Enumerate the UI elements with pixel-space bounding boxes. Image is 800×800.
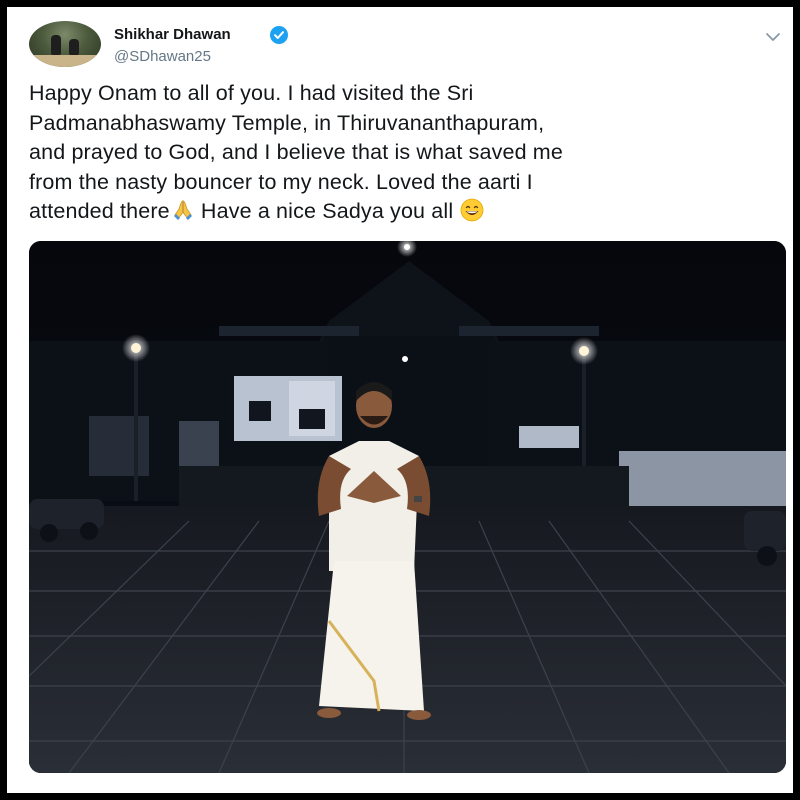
folded-hands-icon	[171, 198, 195, 222]
tweet-card: Shikhar Dhawan @SDhawan25 Happy Onam to …	[7, 7, 793, 793]
tweet-text-line: Happy Onam to all of you. I had visited …	[29, 81, 474, 105]
tweet-text-line: and prayed to God, and I believe that is…	[29, 140, 563, 164]
tweet-text-line: from the nasty bouncer to my neck. Loved…	[29, 169, 533, 194]
tweet-text-segment: attended there	[29, 199, 170, 223]
tweet-text-segment: Have a nice Sadya you all	[200, 199, 454, 223]
chevron-down-icon[interactable]	[765, 29, 781, 47]
temple-night-scene	[29, 241, 786, 773]
user-name[interactable]: Shikhar Dhawan	[114, 26, 231, 43]
avatar[interactable]	[29, 21, 101, 67]
tweet-text-line: attended there Have a nice Sadya you all	[29, 197, 789, 227]
tweet-photo[interactable]	[29, 241, 786, 773]
tweet-text: Happy Onam to all of you. I had visited …	[29, 79, 789, 227]
tweet-text-line: Padmanabhaswamy Temple, in Thiruvanantha…	[29, 110, 545, 135]
user-handle[interactable]: @SDhawan25	[114, 48, 211, 65]
grinning-face-icon	[460, 198, 484, 222]
verified-badge-icon	[270, 26, 288, 44]
